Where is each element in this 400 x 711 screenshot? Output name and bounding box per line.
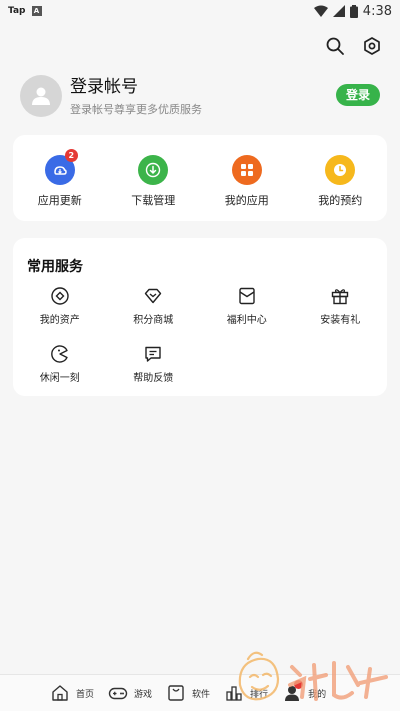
nav-label: 排行 [250, 689, 269, 700]
profile-header[interactable]: 登录帐号 登录帐号尊享更多优质服务 登录 [20, 75, 380, 117]
quick-item-download[interactable]: 下载管理 [118, 155, 188, 221]
avatar[interactable] [20, 75, 62, 117]
service-install-gift[interactable]: 安装有礼 [294, 286, 388, 344]
quick-item-label: 应用更新 [37, 194, 82, 207]
carrier-label: Tap [8, 6, 26, 16]
software-bag-icon [168, 685, 184, 701]
battery-icon [349, 4, 358, 18]
signal-icon [332, 5, 345, 17]
download-icon [138, 155, 169, 185]
service-label: 休闲一刻 [39, 373, 80, 384]
gamepad-icon [108, 687, 128, 700]
assets-icon [51, 287, 69, 305]
service-label: 安装有礼 [320, 315, 361, 326]
reservation-icon [325, 155, 356, 185]
service-help-feedback[interactable]: 帮助反馈 [107, 344, 201, 402]
service-casual-moment[interactable]: 休闲一刻 [13, 344, 107, 402]
home-icon [52, 685, 68, 701]
welfare-icon [239, 287, 255, 305]
quick-item-label: 我的应用 [224, 194, 269, 207]
my-apps-icon [231, 155, 262, 185]
bottom-navigation: 首页 游戏 软件 排行 我的 [0, 674, 400, 711]
ranking-icon [226, 686, 242, 701]
settings-icon[interactable] [362, 36, 382, 56]
clock: 4:38 [362, 3, 392, 19]
service-label: 积分商城 [133, 315, 174, 326]
service-points-mall[interactable]: 积分商城 [107, 286, 201, 344]
nav-games[interactable]: 游戏 [108, 683, 152, 703]
wifi-icon [313, 5, 328, 17]
help-feedback-icon [145, 346, 161, 362]
user-icon [32, 87, 50, 105]
quick-actions-card: 2 应用更新 下载管理 我的应用 我的预约 [13, 135, 387, 221]
search-icon[interactable] [325, 36, 345, 56]
quick-item-label: 我的预约 [318, 194, 363, 207]
service-my-assets[interactable]: 我的资产 [13, 286, 107, 344]
login-button[interactable]: 登录 [336, 84, 380, 106]
nav-software[interactable]: 软件 [166, 683, 210, 703]
nav-home[interactable]: 首页 [50, 683, 94, 703]
login-subtitle: 登录帐号尊享更多优质服务 [70, 102, 202, 116]
nav-label: 游戏 [134, 689, 153, 700]
status-bar: Tap A 4:38 [0, 0, 400, 22]
service-label: 福利中心 [226, 315, 267, 326]
nav-label: 软件 [192, 689, 211, 700]
app-notification-icon: A [31, 6, 42, 16]
nav-label: 我的 [308, 689, 327, 700]
points-mall-icon [145, 288, 162, 304]
notification-dot [294, 680, 304, 689]
common-services-card: 常用服务 我的资产 积分商城 福利中心 安装有礼 休闲一刻 帮助反馈 [13, 238, 387, 396]
service-welfare-center[interactable]: 福利中心 [200, 286, 294, 344]
services-grid: 我的资产 积分商城 福利中心 安装有礼 休闲一刻 帮助反馈 [13, 286, 387, 402]
quick-item-my-apps[interactable]: 我的应用 [212, 155, 282, 221]
quick-item-app-update[interactable]: 2 应用更新 [25, 149, 95, 221]
service-label: 我的资产 [39, 315, 80, 326]
nav-mine[interactable]: 我的 [282, 680, 327, 703]
update-count-badge: 2 [64, 149, 78, 162]
services-title: 常用服务 [27, 259, 83, 275]
quick-item-reservation[interactable]: 我的预约 [305, 155, 375, 221]
service-label: 帮助反馈 [133, 373, 174, 384]
nav-label: 首页 [76, 689, 95, 700]
login-title[interactable]: 登录帐号 [70, 76, 202, 98]
nav-ranking[interactable]: 排行 [224, 683, 268, 703]
casual-game-icon [50, 345, 68, 363]
gift-icon [332, 289, 349, 305]
top-actions [325, 36, 382, 56]
quick-item-label: 下载管理 [131, 194, 176, 207]
